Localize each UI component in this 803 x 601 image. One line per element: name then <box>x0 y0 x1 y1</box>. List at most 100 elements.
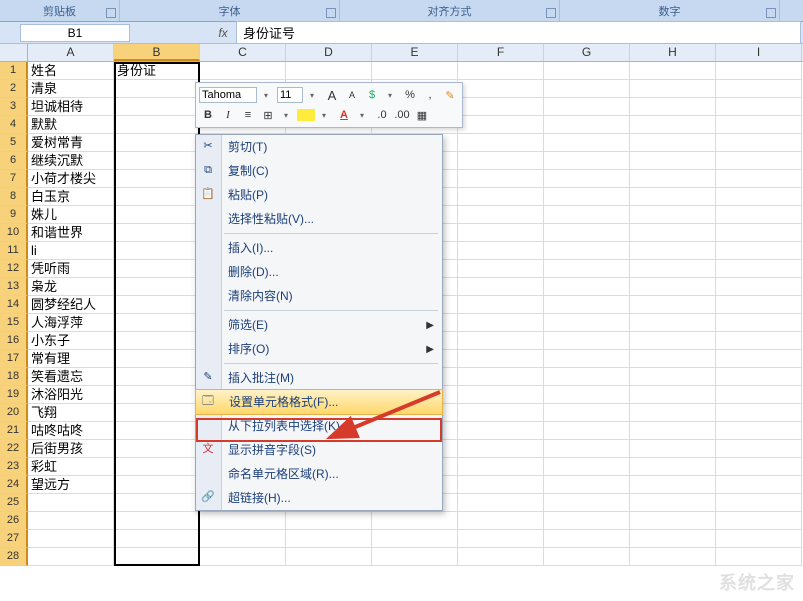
cell[interactable] <box>716 548 802 566</box>
cell[interactable] <box>630 62 716 80</box>
cell[interactable] <box>630 458 716 476</box>
cell[interactable] <box>716 440 802 458</box>
cell[interactable] <box>716 116 802 134</box>
cell[interactable] <box>458 548 544 566</box>
cell[interactable]: 和谐世界 <box>28 224 114 242</box>
cell[interactable] <box>114 224 200 242</box>
cell[interactable] <box>716 206 802 224</box>
cell[interactable] <box>28 548 114 566</box>
cell[interactable]: 凭听雨 <box>28 260 114 278</box>
cell[interactable] <box>630 116 716 134</box>
cell[interactable] <box>716 188 802 206</box>
font-family-input[interactable] <box>199 87 257 103</box>
cell[interactable] <box>286 512 372 530</box>
cell[interactable] <box>544 386 630 404</box>
cell[interactable] <box>630 386 716 404</box>
cell[interactable] <box>716 494 802 512</box>
cell[interactable] <box>630 404 716 422</box>
cell[interactable] <box>630 98 716 116</box>
cell[interactable] <box>458 512 544 530</box>
dialog-launcher-icon[interactable] <box>766 8 776 18</box>
cell[interactable] <box>114 314 200 332</box>
cell[interactable] <box>630 152 716 170</box>
ribbon-group-align[interactable]: 对齐方式 <box>340 0 560 21</box>
cell[interactable] <box>716 62 802 80</box>
cell[interactable] <box>28 512 114 530</box>
cell[interactable] <box>544 458 630 476</box>
cell[interactable] <box>630 314 716 332</box>
cell[interactable]: 彩虹 <box>28 458 114 476</box>
row-header[interactable]: 7 <box>0 170 28 188</box>
cell[interactable] <box>114 134 200 152</box>
shrink-font-icon[interactable]: A <box>343 86 361 104</box>
cell[interactable] <box>458 116 544 134</box>
menu-clear[interactable]: 清除内容(N) <box>196 284 442 308</box>
cell[interactable] <box>114 116 200 134</box>
cell[interactable] <box>544 530 630 548</box>
chevron-down-icon[interactable]: ▾ <box>315 106 333 124</box>
accounting-format-icon[interactable]: $ <box>363 86 381 104</box>
menu-delete[interactable]: 删除(D)... <box>196 260 442 284</box>
cell[interactable] <box>114 188 200 206</box>
row-header[interactable]: 23 <box>0 458 28 476</box>
cell[interactable] <box>630 494 716 512</box>
row-header[interactable]: 5 <box>0 134 28 152</box>
cell[interactable]: 身份证 <box>114 62 200 80</box>
cell[interactable] <box>372 530 458 548</box>
col-header[interactable]: I <box>716 44 802 61</box>
cell[interactable] <box>114 242 200 260</box>
cell[interactable] <box>114 458 200 476</box>
font-color-icon[interactable]: A <box>335 106 353 124</box>
ribbon-group-number[interactable]: 数字 <box>560 0 780 21</box>
cell[interactable] <box>114 80 200 98</box>
cell[interactable] <box>544 242 630 260</box>
row-header[interactable]: 19 <box>0 386 28 404</box>
cell[interactable]: 白玉京 <box>28 188 114 206</box>
row-header[interactable]: 26 <box>0 512 28 530</box>
cell[interactable] <box>716 80 802 98</box>
cell[interactable] <box>458 80 544 98</box>
cell[interactable] <box>716 134 802 152</box>
cell[interactable] <box>458 62 544 80</box>
cell[interactable] <box>286 62 372 80</box>
menu-paste-special[interactable]: 选择性粘贴(V)... <box>196 207 442 231</box>
cell[interactable] <box>544 440 630 458</box>
ribbon-group-clipboard[interactable]: 剪贴板 <box>0 0 120 21</box>
cell[interactable] <box>544 80 630 98</box>
cell[interactable] <box>458 368 544 386</box>
cell[interactable] <box>458 98 544 116</box>
cell[interactable] <box>114 98 200 116</box>
cell[interactable] <box>114 548 200 566</box>
cell[interactable] <box>458 242 544 260</box>
cell[interactable] <box>716 296 802 314</box>
cell[interactable] <box>544 476 630 494</box>
menu-name-range[interactable]: 命名单元格区域(R)... <box>196 462 442 486</box>
cell[interactable]: 圆梦经纪人 <box>28 296 114 314</box>
ribbon-group-font[interactable]: 字体 <box>120 0 340 21</box>
cell[interactable] <box>630 548 716 566</box>
cell[interactable] <box>630 296 716 314</box>
cell[interactable] <box>114 530 200 548</box>
cell[interactable] <box>458 206 544 224</box>
row-header[interactable]: 9 <box>0 206 28 224</box>
menu-insert-comment[interactable]: ✎插入批注(M) <box>196 366 442 390</box>
col-header[interactable]: F <box>458 44 544 61</box>
cell[interactable]: 小东子 <box>28 332 114 350</box>
row-header[interactable]: 21 <box>0 422 28 440</box>
cell[interactable] <box>630 476 716 494</box>
col-header[interactable]: E <box>372 44 458 61</box>
row-header[interactable]: 22 <box>0 440 28 458</box>
cell[interactable] <box>458 476 544 494</box>
cell[interactable]: 人海浮萍 <box>28 314 114 332</box>
row-header[interactable]: 11 <box>0 242 28 260</box>
cell[interactable] <box>114 476 200 494</box>
cell[interactable] <box>544 332 630 350</box>
cell[interactable] <box>630 278 716 296</box>
cell[interactable] <box>716 458 802 476</box>
cell[interactable] <box>716 260 802 278</box>
cell[interactable] <box>716 368 802 386</box>
cell[interactable]: 沐浴阳光 <box>28 386 114 404</box>
cell[interactable] <box>544 278 630 296</box>
cell[interactable] <box>716 242 802 260</box>
italic-button[interactable]: I <box>219 106 237 124</box>
